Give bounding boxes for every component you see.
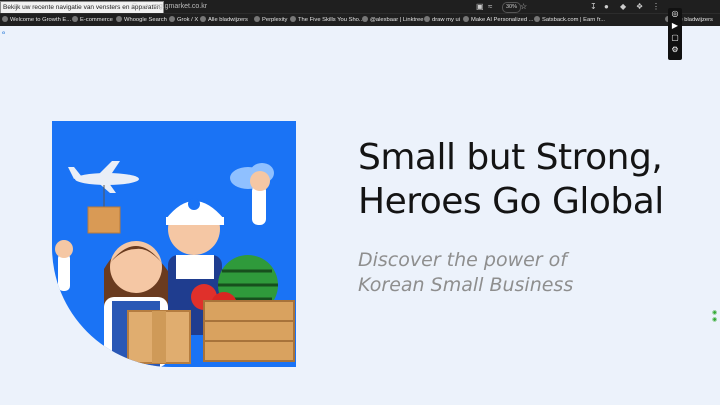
bookmark-label: Make AI Personalized ...	[471, 17, 534, 23]
bookmark-label: Satsback.com | Earn fr...	[542, 17, 606, 23]
address-bar[interactable]: mg.gmarket.co.kr	[153, 1, 207, 12]
linktree-icon	[362, 16, 368, 22]
bookmark-item[interactable]: @alexbaar | Linktree	[362, 15, 423, 25]
hero-artwork	[55, 161, 295, 367]
globe-icon	[116, 16, 122, 22]
favicon-icon	[2, 16, 8, 22]
video-icon[interactable]: ▶	[668, 20, 682, 32]
translate-icon[interactable]: ≈	[488, 1, 492, 12]
zoom-indicator[interactable]: 30%	[502, 2, 522, 13]
favicon-icon	[534, 16, 540, 22]
bookmark-item[interactable]: Whoogle Search	[116, 15, 167, 25]
favicon-icon	[424, 16, 430, 22]
bookmark-item[interactable]: E-commerce	[72, 15, 113, 25]
bookmark-star-icon[interactable]: ☆	[520, 1, 527, 12]
bookmark-label: @alexbaar | Linktree	[370, 17, 424, 23]
bookmark-item[interactable]: Make AI Personalized ...	[463, 15, 534, 25]
folder-icon	[200, 16, 206, 22]
bookmark-label: Perplexity	[262, 17, 288, 23]
bookmark-item[interactable]: The Five Skills You Sho...	[290, 15, 364, 25]
bookmark-item[interactable]: Perplexity	[254, 15, 287, 25]
page-content: G Small but Strong, Heroes Go Global Dis…	[0, 26, 720, 405]
screenshot-icon[interactable]: ▣	[476, 1, 484, 12]
bookmark-label: Alle bladwijzers	[208, 17, 248, 23]
subheadline-line: Korean Small Business	[358, 274, 574, 296]
browser-toolbar: Bekijk uw recente navigatie van vensters…	[0, 0, 720, 14]
x-icon	[169, 16, 175, 22]
bookmark-label: Grok / X	[177, 17, 199, 23]
floating-extension-toolbar: ◎ ▶ ▢ ⚙	[668, 8, 682, 60]
favicon-icon	[254, 16, 260, 22]
edge-widget[interactable]: ◉ ◉	[712, 309, 717, 323]
favicon-icon	[463, 16, 469, 22]
bookmarks-bar: Welcome to Growth E... E-commerce Whoogl…	[0, 13, 720, 26]
extensions-puzzle-icon[interactable]: ❖	[636, 1, 643, 12]
headline-line: Heroes Go Global	[358, 181, 664, 222]
bookmark-item[interactable]: Alle bladwijzers	[200, 15, 248, 25]
bookmark-label: draw my ui	[432, 17, 461, 23]
window-icon[interactable]: ▢	[668, 32, 682, 44]
site-logo[interactable]: G	[2, 30, 5, 35]
subheadline-line: Discover the power of	[358, 249, 567, 271]
bookmark-item[interactable]: draw my ui	[424, 15, 460, 25]
menu-icon[interactable]: ⋮	[652, 1, 660, 12]
hero-headline: Small but Strong, Heroes Go Global	[358, 136, 664, 224]
lock-icon[interactable]: ☉	[131, 1, 138, 12]
extension-icon[interactable]: ◆	[620, 1, 626, 12]
gear-icon[interactable]: ⚙	[668, 44, 682, 56]
bookmark-label: The Five Skills You Sho...	[298, 17, 364, 23]
hero-illustration	[52, 121, 296, 367]
globe-icon	[290, 16, 296, 22]
bookmark-label: Whoogle Search	[124, 17, 167, 23]
account-icon[interactable]: ●	[604, 1, 609, 12]
bookmark-label: E-commerce	[80, 17, 113, 23]
bookmark-label: Welcome to Growth E...	[10, 17, 72, 23]
headline-line: Small but Strong,	[358, 137, 663, 178]
bookmark-item[interactable]: Welcome to Growth E...	[2, 15, 71, 25]
camera-icon[interactable]: ◎	[668, 8, 682, 20]
bookmark-item[interactable]: Satsback.com | Earn fr...	[534, 15, 605, 25]
download-icon[interactable]: ↧	[590, 1, 597, 12]
favicon-icon	[72, 16, 78, 22]
bookmark-item[interactable]: Grok / X	[169, 15, 198, 25]
site-settings-icon[interactable]: ⇄	[142, 1, 149, 12]
hero-subheadline: Discover the power of Korean Small Busin…	[358, 248, 573, 298]
